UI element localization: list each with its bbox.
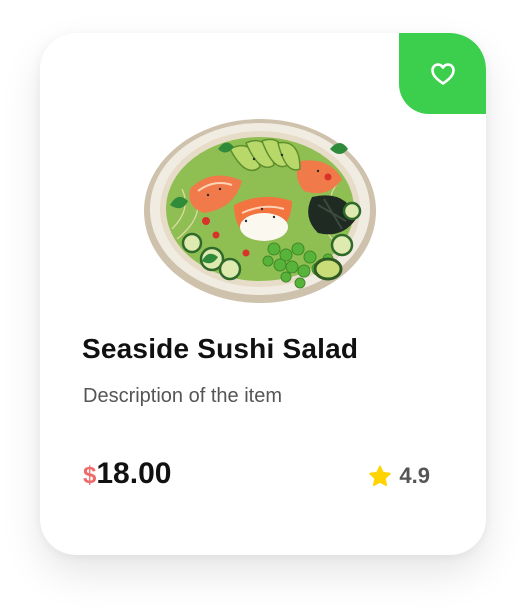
price-amount: 18.00 [96,457,172,490]
rating-value: 4.9 [399,463,430,488]
item-description: Description of the item [83,385,282,407]
food-image [144,119,376,303]
item-price: $18.00 [83,457,171,491]
heart-outline-icon [430,62,455,85]
currency-symbol: $ [83,462,97,489]
product-card[interactable]: Seaside Sushi Salad Description of the i… [40,33,486,555]
favorite-button[interactable] [399,33,486,114]
item-title: Seaside Sushi Salad [82,333,359,364]
rating: 4.9 [367,463,430,489]
star-icon [369,465,392,486]
